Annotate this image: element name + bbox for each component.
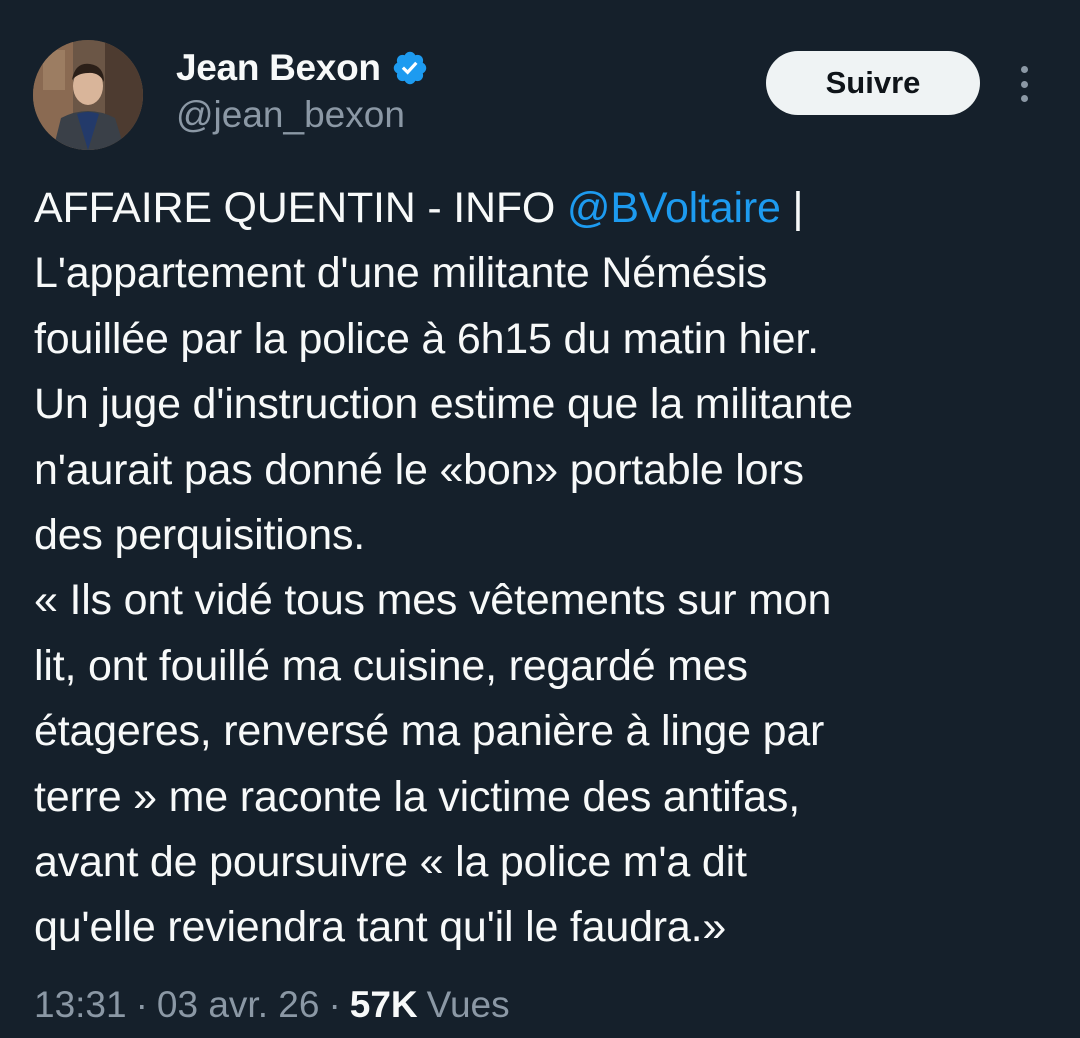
follow-button[interactable]: Suivre <box>766 51 980 115</box>
views-count[interactable]: 57K <box>350 984 418 1026</box>
tweet-line: fouillée par la police à 6h15 du matin h… <box>34 314 819 363</box>
tweet-line: Un juge d'instruction estime que la mili… <box>34 380 854 429</box>
views-label: Vues <box>426 984 510 1025</box>
tweet-line-text: | <box>780 184 804 232</box>
tweet-meta: 13:31 · 03 avr. 26 · 57K Vues <box>34 984 510 1026</box>
tweet-time[interactable]: 13:31 <box>34 984 127 1026</box>
tweet-line-text: AFFAIRE QUENTIN - INFO <box>34 184 567 232</box>
tweet-date[interactable]: 03 avr. 26 <box>157 984 320 1026</box>
tweet-line: « Ils ont vidé tous mes vêtements sur mo… <box>34 576 832 625</box>
tweet-line: étageres, renversé ma panière à linge pa… <box>34 707 825 756</box>
meta-separator: · <box>135 984 148 1025</box>
tweet-line: avant de poursuivre « la police m'a dit <box>34 838 747 887</box>
author-display-name[interactable]: Jean Bexon <box>176 47 381 89</box>
profile-photo-icon <box>33 40 143 150</box>
tweet-card: Jean Bexon @jean_bexon Suivre AFFAIRE QU… <box>0 0 1080 1038</box>
tweet-line: des perquisitions. <box>34 511 366 560</box>
tweet-text: AFFAIRE QUENTIN - INFO @BVoltaire | L'ap… <box>34 176 1064 961</box>
author-name-row: Jean Bexon <box>176 44 429 92</box>
verified-badge-icon <box>391 49 429 87</box>
tweet-line: L'appartement d'une militante Némésis <box>34 249 768 298</box>
tweet-line: AFFAIRE QUENTIN - INFO @BVoltaire | <box>34 176 1064 241</box>
tweet-line: lit, ont fouillé ma cuisine, regardé mes <box>34 641 748 690</box>
tweet-line: terre » me raconte la victime des antifa… <box>34 772 800 821</box>
author-avatar[interactable] <box>33 40 143 150</box>
tweet-line: qu'elle reviendra tant qu'il le faudra.» <box>34 903 727 952</box>
mention-link[interactable]: @BVoltaire <box>567 184 781 232</box>
author-handle[interactable]: @jean_bexon <box>176 94 405 136</box>
meta-separator: · <box>328 984 341 1025</box>
more-vertical-icon[interactable] <box>1010 62 1038 106</box>
tweet-line: n'aurait pas donné le «bon» portable lor… <box>34 445 804 494</box>
